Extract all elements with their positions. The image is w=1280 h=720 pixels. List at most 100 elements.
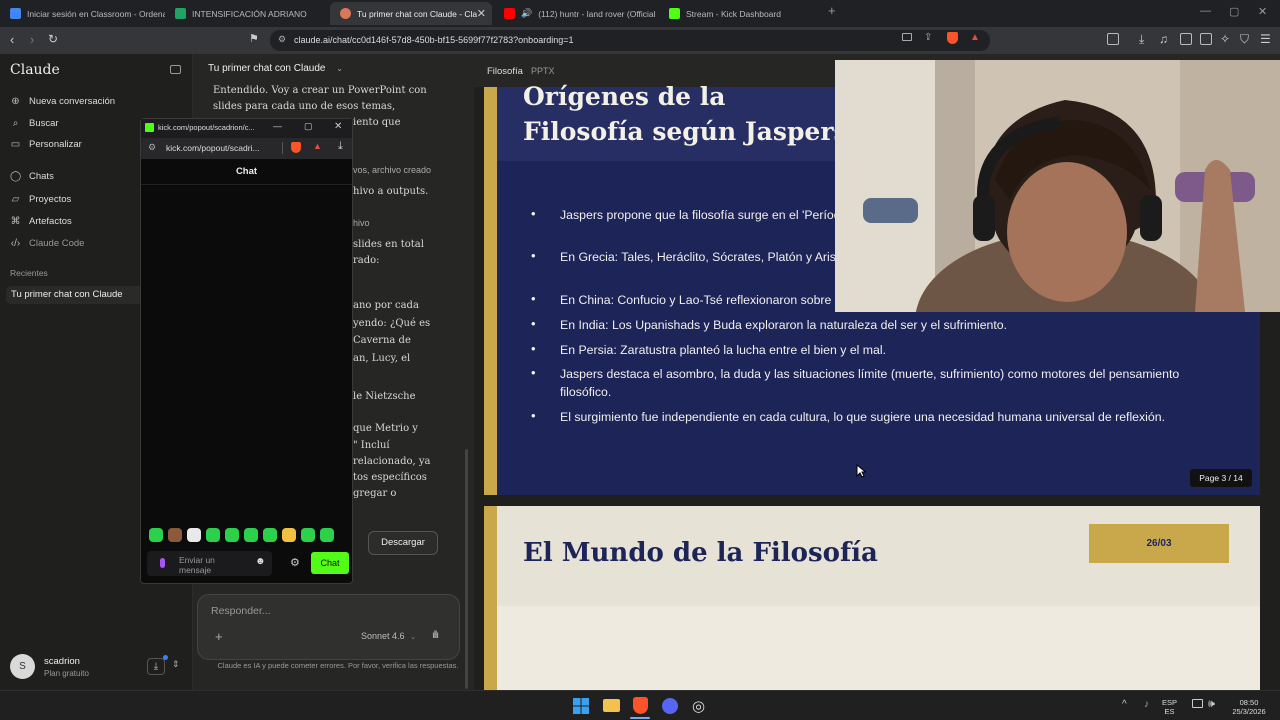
tab-youtube[interactable]: 🔊 (112) huntr - land rover (Official (494, 2, 659, 25)
popout-url-bar[interactable]: ⚙ kick.com/popout/scadri... ▲ ⤓ (141, 138, 352, 159)
date-badge: 26/03 (1089, 524, 1229, 563)
download-app-icon[interactable]: ⤓ (147, 658, 165, 675)
emote-icon[interactable] (301, 528, 315, 542)
mic-tray-icon[interactable]: ♪ (1144, 699, 1149, 710)
emote-icon[interactable] (263, 528, 277, 542)
minimize-icon[interactable]: — (273, 121, 282, 131)
new-tab-button[interactable]: + (828, 3, 836, 18)
emote-icon[interactable] (149, 528, 163, 542)
chevron-updown-icon[interactable]: ⇕ (172, 659, 180, 670)
tab-claude[interactable]: Tu primer chat con Claude - Cla ✕ (330, 2, 492, 25)
forward-icon[interactable]: › (30, 32, 34, 47)
nav-label: Nueva conversación (29, 96, 116, 107)
site-info-icon[interactable]: ⚙ (148, 142, 156, 153)
close-icon[interactable]: ✕ (334, 121, 342, 132)
chats-button[interactable]: ◯ Chats (10, 171, 54, 182)
chevron-down-icon: ⌄ (336, 64, 343, 73)
emoji-icon[interactable]: ☻ (255, 557, 266, 567)
share-icon[interactable]: ⇪ (924, 32, 932, 43)
send-chat-button[interactable]: Chat (311, 552, 349, 574)
emote-icon[interactable] (168, 528, 182, 542)
back-icon[interactable]: ‹ (10, 32, 14, 47)
new-chat-button[interactable]: ⊕ Nueva conversación (10, 96, 115, 107)
network-icon[interactable] (1192, 699, 1203, 708)
tab-intensificacion[interactable]: INTENSIFICACIÓN ADRIANO (165, 2, 330, 25)
cast-icon[interactable] (902, 33, 912, 41)
message-line: relacionado, ya (353, 456, 431, 467)
brave-shield-icon[interactable] (947, 32, 958, 44)
model-selector[interactable]: Sonnet 4.6 ⌄ (361, 631, 416, 641)
audio-icon: 🔊 (521, 8, 533, 18)
collapse-sidebar-icon[interactable] (170, 65, 181, 74)
scrollbar[interactable] (465, 449, 468, 689)
clock-date: 25/3/2026 (1232, 707, 1266, 716)
emote-icon[interactable] (320, 528, 334, 542)
artifacts-button[interactable]: ⌘ Artefactos (10, 216, 72, 227)
obs-icon[interactable]: ◎ (692, 697, 705, 715)
tool-call-summary[interactable]: hivo (353, 215, 370, 231)
brave-shield-icon[interactable] (291, 142, 301, 153)
divider (282, 142, 283, 154)
download-icon[interactable]: ⤓ (338, 140, 343, 153)
search-button[interactable]: ⌕ Buscar (10, 118, 59, 129)
brave-rewards-icon[interactable]: ▲ (970, 32, 980, 43)
download-icon[interactable]: ⤓ (1139, 32, 1144, 47)
split-view-icon[interactable] (1180, 33, 1192, 45)
chat-title[interactable]: Tu primer chat con Claude ⌄ (208, 63, 343, 74)
maximize-icon[interactable]: ▢ (304, 121, 313, 132)
reload-icon[interactable]: ↻ (48, 32, 58, 46)
claude-logo: Claude (10, 62, 60, 78)
volume-icon[interactable]: 🕪 (1208, 698, 1215, 711)
emote-icon[interactable] (244, 528, 258, 542)
ai-icon[interactable]: ✧ (1220, 32, 1230, 46)
brave-rewards-icon[interactable]: ▲ (313, 141, 322, 151)
brave-browser-icon[interactable] (633, 697, 648, 714)
lang-code: ESP (1162, 698, 1178, 707)
tab-kick[interactable]: Stream - Kick Dashboard (659, 2, 824, 25)
message-line: iento que (353, 117, 401, 128)
tool-call-summary[interactable]: vos, archivo creado (353, 162, 431, 178)
site-info-icon[interactable]: ⚙ (278, 34, 286, 45)
emote-icon[interactable] (187, 528, 201, 542)
language-indicator[interactable]: ESP ES (1162, 698, 1177, 716)
wallet-icon[interactable] (1200, 33, 1212, 45)
menu-icon[interactable]: ☰ (1260, 32, 1271, 46)
claude-code-button[interactable]: ‹/› Claude Code (10, 238, 85, 249)
download-button[interactable]: Descargar (368, 531, 438, 555)
emote-icon[interactable] (206, 528, 220, 542)
media-icon[interactable]: ♫ (1159, 32, 1168, 46)
message-line: tos específicos (353, 472, 427, 483)
maximize-icon[interactable]: ▢ (1229, 5, 1239, 18)
emote-icon[interactable] (225, 528, 239, 542)
projects-button[interactable]: ▱ Proyectos (10, 194, 72, 205)
add-attachment-icon[interactable]: + (215, 629, 223, 644)
tab-classroom[interactable]: Iniciar sesión en Classroom - Ordena (0, 2, 165, 25)
emote-icon[interactable] (282, 528, 296, 542)
vpn-icon[interactable]: ⛉ (1240, 32, 1249, 47)
clock-time: 08:50 (1239, 698, 1259, 707)
slide-title: El Mundo de la Filosofía (523, 538, 878, 568)
settings-gear-icon[interactable]: ⚙ (290, 556, 300, 569)
tab-label: (112) huntr - land rover (Official (538, 8, 656, 19)
reply-input[interactable]: Responder... (211, 605, 271, 617)
nav-label: Claude Code (29, 238, 85, 249)
minimize-icon[interactable]: — (1200, 5, 1211, 17)
voice-mode-icon[interactable]: ıllı (432, 630, 439, 641)
tray-chevron-up-icon[interactable]: ^ (1122, 699, 1127, 710)
clock[interactable]: 08:50 25/3/2026 (1226, 698, 1272, 716)
mic-icon[interactable] (160, 558, 165, 568)
discord-icon[interactable] (662, 698, 678, 714)
sidebar-toggle-icon[interactable] (1107, 33, 1119, 45)
file-explorer-icon[interactable] (603, 699, 620, 712)
bookmark-icon[interactable]: ⚑ (249, 32, 259, 45)
close-tab-icon[interactable]: ✕ (477, 7, 486, 20)
windows-start-icon[interactable] (573, 698, 589, 714)
message-line: rado: (353, 255, 380, 266)
message-composer[interactable]: Responder... + Sonnet 4.6 ⌄ ıllı (197, 594, 460, 660)
customize-button[interactable]: ▭ Personalizar (10, 139, 82, 150)
notification-dot (163, 655, 168, 660)
url-bar[interactable]: ⚙ claude.ai/chat/cc0d146f-57d8-450b-bf15… (270, 30, 990, 51)
chevron-down-icon: ⌄ (410, 634, 416, 641)
close-window-icon[interactable]: ✕ (1258, 5, 1267, 18)
kick-message-input[interactable]: Enviar un mensaje ☻ (147, 551, 272, 576)
